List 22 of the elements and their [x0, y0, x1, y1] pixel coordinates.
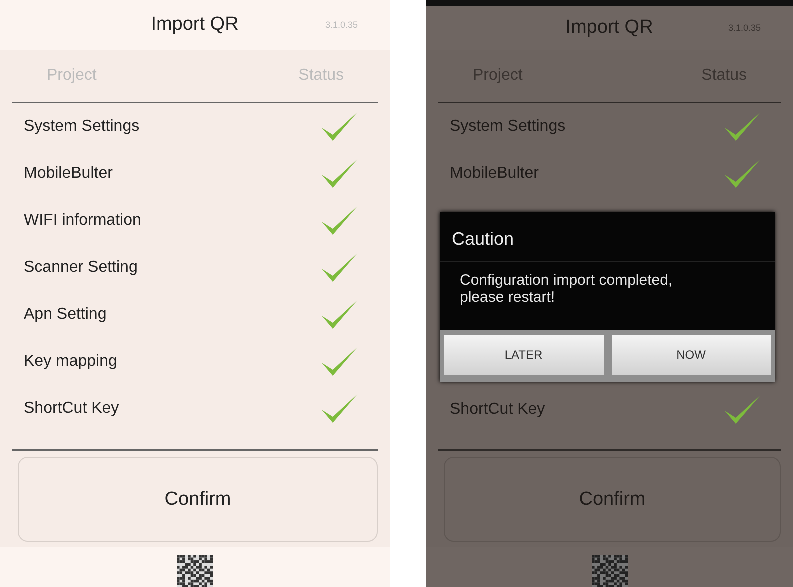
project-name: ShortCut Key — [450, 400, 546, 418]
dialog-button[interactable]: LATER — [444, 335, 604, 375]
confirm-button[interactable]: Confirm — [18, 457, 378, 542]
project-name: Apn Setting — [24, 306, 107, 324]
project-name: Key mapping — [24, 352, 118, 370]
project-name: System Settings — [24, 118, 140, 136]
column-header: Status — [298, 67, 344, 85]
project-name: MobileBulter — [450, 164, 539, 182]
dialog-button[interactable]: NOW — [612, 335, 771, 375]
column-header: Project — [47, 67, 97, 85]
project-name: Scanner Setting — [24, 258, 138, 276]
screen-title: Import QR — [151, 14, 239, 36]
project-name: WIFI information — [24, 212, 142, 230]
project-name: System Settings — [450, 118, 566, 136]
screen-title: Import QR — [566, 17, 654, 39]
dialog-message: Configuration import completed, please restart! — [459, 271, 674, 308]
qr-code-icon — [177, 555, 213, 587]
project-name: MobileBulter — [24, 164, 113, 182]
version-label: 3.1.0.35 — [325, 20, 358, 30]
dialog-title: Caution — [440, 212, 775, 262]
project-name: ShortCut Key — [24, 400, 120, 418]
qr-code-icon — [592, 555, 628, 587]
